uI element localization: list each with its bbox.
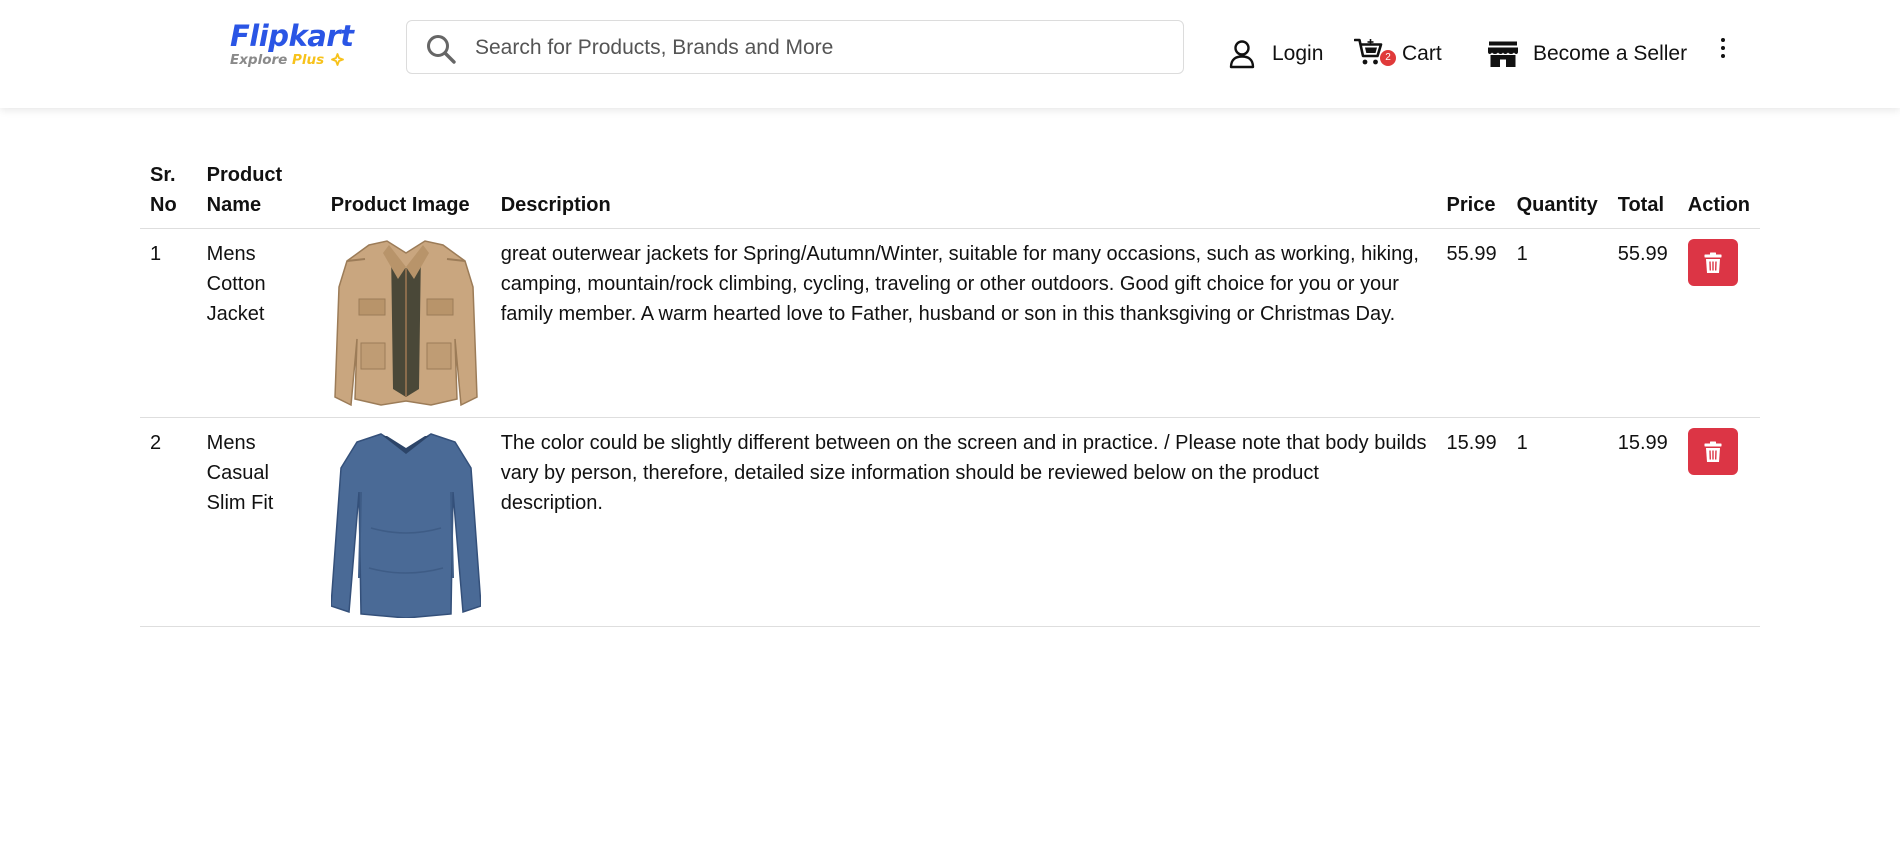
- logo-tagline: Explore Plus: [230, 52, 345, 68]
- search-input[interactable]: [473, 21, 1167, 75]
- tshirt-image[interactable]: [330, 428, 481, 618]
- flipkart-logo[interactable]: Flipkart Explore Plus: [230, 19, 354, 70]
- delete-button[interactable]: [1687, 428, 1738, 475]
- header-action: Action: [1677, 156, 1760, 229]
- store-icon: [1488, 41, 1518, 67]
- table-row: 1 Mens Cotton Jacket great outerwear jac…: [140, 228, 1760, 418]
- search-bar: [406, 20, 1184, 75]
- cell-price: 15.99: [1436, 417, 1507, 627]
- more-options-icon[interactable]: [1716, 34, 1730, 62]
- become-seller-label: Become a Seller: [1533, 42, 1688, 65]
- login-link[interactable]: Login: [1228, 36, 1323, 72]
- header-quantity: Quantity: [1506, 156, 1608, 229]
- header-product-image: Product Image: [320, 156, 491, 229]
- cell-action: [1677, 417, 1760, 627]
- cell-product-name: Mens Cotton Jacket: [196, 228, 321, 418]
- top-header: Flipkart Explore Plus Login: [0, 0, 1900, 108]
- cart-table: Sr. No Product Name Product Image Descript…: [140, 156, 1760, 627]
- table-row: 2 Mens Casual Slim Fit The color could b…: [140, 417, 1760, 627]
- header-product-name: Product Name: [196, 156, 321, 229]
- cart-label: Cart: [1402, 42, 1442, 65]
- plus-star-icon: [330, 53, 344, 66]
- jacket-image[interactable]: [331, 239, 481, 409]
- cell-total: 15.99: [1607, 417, 1678, 627]
- header-price: Price: [1436, 156, 1507, 229]
- cell-total: 55.99: [1607, 228, 1678, 418]
- cell-sr-no: 2: [140, 417, 197, 627]
- cart-icon-wrap: 2: [1353, 37, 1396, 71]
- delete-button[interactable]: [1687, 239, 1738, 286]
- cell-quantity: 1: [1506, 417, 1608, 627]
- cart-count-badge: 2: [1380, 50, 1396, 66]
- cell-product-image: [320, 228, 491, 418]
- logo-plus-text: Plus: [292, 52, 325, 68]
- become-seller-link[interactable]: Become a Seller: [1487, 36, 1687, 72]
- cell-action: [1677, 228, 1760, 418]
- user-icon: [1229, 40, 1255, 69]
- cell-description: great outerwear jackets for Spring/Autum…: [490, 228, 1437, 418]
- cell-product-image: [320, 417, 491, 627]
- trash-icon: [1704, 441, 1722, 462]
- header-sr-no: Sr. No: [140, 156, 197, 229]
- logo-explore-text: Explore: [230, 52, 288, 68]
- table-header-row: Sr. No Product Name Product Image Descript…: [140, 156, 1760, 229]
- login-label: Login: [1272, 42, 1324, 65]
- cell-quantity: 1: [1506, 228, 1608, 418]
- logo-wordmark: Flipkart: [230, 19, 354, 53]
- trash-icon: [1704, 252, 1722, 273]
- cell-product-name: Mens Casual Slim Fit: [196, 417, 321, 627]
- cell-sr-no: 1: [140, 228, 197, 418]
- header-total: Total: [1607, 156, 1678, 229]
- cart-icon: [1353, 38, 1383, 65]
- cart-link[interactable]: 2 Cart: [1353, 36, 1442, 72]
- cell-description: The color could be slightly different be…: [490, 417, 1437, 627]
- cell-price: 55.99: [1436, 228, 1507, 418]
- search-icon[interactable]: [425, 33, 457, 65]
- header-description: Description: [490, 156, 1437, 229]
